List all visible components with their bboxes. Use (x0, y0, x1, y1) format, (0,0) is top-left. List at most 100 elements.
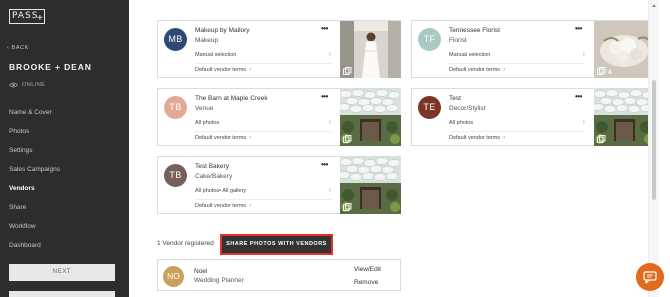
vendor-card: MB Makeup by Mallory Makeup ••• Manual selec… (157, 20, 401, 78)
nav-item-name-cover[interactable]: Name & Cover (0, 103, 129, 122)
vendor-name: Test Bakery (195, 163, 229, 170)
scroll-up-arrow-icon[interactable] (652, 4, 656, 7)
chevron-right-icon: › (249, 134, 252, 141)
copy-icon (597, 67, 606, 75)
logo-plus-mark: + (37, 13, 43, 24)
chevron-right-icon: › (503, 66, 506, 73)
vendor-terms-row[interactable]: Default vendor terms › (195, 202, 251, 209)
share-photos-with-vendors-button[interactable]: SHARE PHOTOS WITH VENDORS (220, 234, 333, 255)
nav-item-share[interactable]: Share (0, 198, 129, 217)
chat-button[interactable] (636, 263, 664, 291)
vendor-name: Tennessee Florist (449, 27, 500, 34)
vendor-photo-thumbnail[interactable] (594, 89, 655, 146)
photo-selection-label: All photos (449, 120, 474, 126)
vendor-terms-label: Default vendor terms (195, 135, 247, 141)
nav-item-sales-campaigns[interactable]: Sales Campaigns (0, 160, 129, 179)
photo-selection-label: All photos• All gallery (195, 188, 247, 194)
sidebar-nav: Name & Cover Photos Settings Sales Campa… (0, 103, 129, 255)
more-options-icon[interactable]: ••• (575, 24, 582, 33)
vendor-photo-thumbnail[interactable] (340, 89, 401, 146)
nav-item-workflow[interactable]: Workflow (0, 217, 129, 236)
vendor-name: Test (449, 95, 461, 102)
vendor-name: The Barn at Maple Creek (195, 95, 268, 102)
photo-selection-label: All photos (195, 120, 220, 126)
vendor-card: TE Test Decor/Stylist ••• All photos › Default… (411, 88, 655, 146)
photo-selection-label: Manual selection (449, 52, 491, 58)
scrollbar-thumb[interactable] (652, 80, 656, 200)
photo-selection-row[interactable]: Manual selection › (195, 51, 331, 63)
nav-item-photos[interactable]: Photos (0, 122, 129, 141)
next-button[interactable]: NEXT (9, 264, 115, 281)
remove-link[interactable]: Remove (354, 279, 378, 286)
online-status: ONLINE (9, 82, 45, 88)
vendor-name: Makeup by Mallory (195, 27, 250, 34)
back-link[interactable]: ‹ BACK (7, 45, 29, 51)
more-options-icon[interactable]: ••• (321, 160, 328, 169)
vendor-photo-thumbnail[interactable] (340, 157, 401, 214)
vendor-photo-thumbnail[interactable]: 4 (594, 21, 655, 78)
vendor-terms-row[interactable]: Default vendor terms › (195, 134, 251, 141)
chevron-right-icon: › (328, 187, 331, 194)
vendor-type: Florist (449, 37, 467, 44)
secondary-button[interactable] (9, 291, 115, 297)
vendor-terms-row[interactable]: Default vendor terms › (449, 66, 505, 73)
more-options-icon[interactable]: ••• (575, 92, 582, 101)
copy-icon (343, 67, 352, 75)
vendor-type: Makeup (195, 37, 219, 44)
chevron-right-icon: › (328, 119, 331, 126)
chevron-right-icon: › (582, 51, 585, 58)
vendor-photo-thumbnail[interactable] (340, 21, 401, 78)
vendor-terms-row[interactable]: Default vendor terms › (449, 134, 505, 141)
vendor-type: Cake/Bakery (195, 173, 233, 180)
avatar: TB (164, 164, 187, 187)
photo-selection-row[interactable]: All photos › (449, 119, 585, 131)
more-options-icon[interactable]: ••• (321, 24, 328, 33)
avatar: TE (418, 96, 441, 119)
chevron-right-icon: › (249, 202, 252, 209)
chevron-right-icon: › (249, 66, 252, 73)
copy-icon (343, 135, 352, 143)
photo-selection-row[interactable]: All photos• All gallery › (195, 187, 331, 199)
vendors-registered-count: 1 Vendor registered (157, 240, 214, 247)
avatar: TF (418, 28, 441, 51)
nav-item-vendors[interactable]: Vendors (0, 179, 129, 198)
registered-vendor-role: Wedding Planner (194, 277, 244, 284)
nav-item-dashboard[interactable]: Dashboard (0, 236, 129, 255)
vendor-terms-label: Default vendor terms (195, 67, 247, 73)
online-label: ONLINE (22, 82, 46, 88)
copy-icon (343, 203, 352, 211)
eye-icon (9, 82, 18, 88)
divider (449, 131, 585, 132)
avatar: MB (164, 28, 187, 51)
chat-bubble-icon (643, 270, 657, 284)
thumbnail-count: 4 (608, 70, 612, 76)
nav-item-settings[interactable]: Settings (0, 141, 129, 160)
vendor-card: TF Tennessee Florist Florist ••• Manual sele… (411, 20, 655, 78)
photo-selection-row[interactable]: Manual selection › (449, 51, 585, 63)
vendor-type: Venue (195, 105, 214, 112)
vendor-type: Decor/Stylist (449, 105, 486, 112)
vendor-terms-label: Default vendor terms (449, 67, 501, 73)
chevron-right-icon: › (328, 51, 331, 58)
vendor-terms-label: Default vendor terms (195, 203, 247, 209)
avatar: NO (163, 266, 184, 287)
copy-icon (597, 135, 606, 143)
divider (195, 199, 331, 200)
vendor-card: TB Test Bakery Cake/Bakery ••• All photos• A… (157, 156, 401, 214)
photo-selection-label: Manual selection (195, 52, 237, 58)
main-content: MB Makeup by Mallory Makeup ••• Manual selec… (129, 0, 659, 297)
app: PASS + ‹ BACK BROOKE + DEAN ONLINE Name … (0, 0, 670, 297)
chevron-right-icon: › (582, 119, 585, 126)
registered-vendor-name: Noel (194, 268, 208, 275)
chevron-right-icon: › (503, 134, 506, 141)
more-options-icon[interactable]: ••• (321, 92, 328, 101)
avatar: TB (164, 96, 187, 119)
vendor-card: TB The Barn at Maple Creek Venue ••• All pho… (157, 88, 401, 146)
divider (195, 63, 331, 64)
scrollbar[interactable] (648, 0, 659, 297)
photo-selection-row[interactable]: All photos › (195, 119, 331, 131)
event-name: BROOKE + DEAN (9, 62, 92, 72)
divider (449, 63, 585, 64)
vendor-terms-row[interactable]: Default vendor terms › (195, 66, 251, 73)
view-edit-link[interactable]: View/Edit (354, 266, 381, 273)
